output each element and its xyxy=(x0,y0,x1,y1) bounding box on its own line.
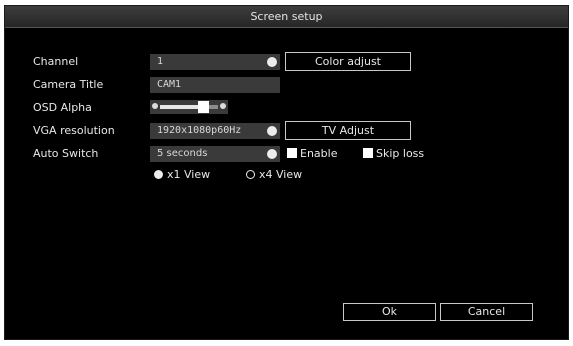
dropdown-dot-icon[interactable] xyxy=(267,57,277,67)
ok-button[interactable]: Ok xyxy=(343,303,436,321)
enable-label: Enable xyxy=(300,147,338,160)
auto-switch-value: 5 seconds xyxy=(157,148,208,159)
color-adjust-button[interactable]: Color adjust xyxy=(285,52,411,71)
auto-switch-label: Auto Switch xyxy=(33,147,99,160)
skip-loss-label: Skip loss xyxy=(376,147,425,160)
auto-switch-select[interactable]: 5 seconds xyxy=(150,146,280,162)
x4-view-label: x4 View xyxy=(259,168,303,181)
osd-alpha-slider[interactable] xyxy=(150,100,228,114)
channel-select[interactable]: 1 xyxy=(150,54,280,70)
vga-resolution-label: VGA resolution xyxy=(33,124,115,137)
checkbox-icon xyxy=(363,148,373,158)
dropdown-dot-icon[interactable] xyxy=(267,149,277,159)
channel-label: Channel xyxy=(33,55,79,68)
slider-increase-icon[interactable] xyxy=(220,103,226,109)
x1-view-radio[interactable]: x1 View xyxy=(154,168,210,182)
dropdown-dot-icon[interactable] xyxy=(267,126,277,136)
cancel-button[interactable]: Cancel xyxy=(440,303,533,321)
camera-title-value: CAM1 xyxy=(157,79,182,90)
radio-unselected-icon xyxy=(246,170,255,179)
slider-thumb[interactable] xyxy=(198,101,209,113)
tv-adjust-button[interactable]: TV Adjust xyxy=(285,121,411,140)
channel-value: 1 xyxy=(157,56,164,67)
slider-decrease-icon[interactable] xyxy=(152,103,158,109)
camera-title-input[interactable]: CAM1 xyxy=(150,77,280,93)
vga-resolution-select[interactable]: 1920x1080p60Hz xyxy=(150,123,280,139)
x1-view-label: x1 View xyxy=(167,168,211,181)
vga-resolution-value: 1920x1080p60Hz xyxy=(157,125,242,136)
camera-title-label: Camera Title xyxy=(33,78,104,91)
osd-alpha-label: OSD Alpha xyxy=(33,101,92,114)
screen-setup-dialog: Screen setup Channel 1 Color adjust Came… xyxy=(4,5,569,340)
enable-checkbox[interactable]: Enable xyxy=(287,147,337,161)
slider-fill xyxy=(160,105,204,109)
radio-selected-icon xyxy=(154,170,163,179)
skip-loss-checkbox[interactable]: Skip loss xyxy=(363,147,424,161)
checkbox-icon xyxy=(287,148,297,158)
x4-view-radio[interactable]: x4 View xyxy=(246,168,302,182)
dialog-title: Screen setup xyxy=(5,6,568,28)
